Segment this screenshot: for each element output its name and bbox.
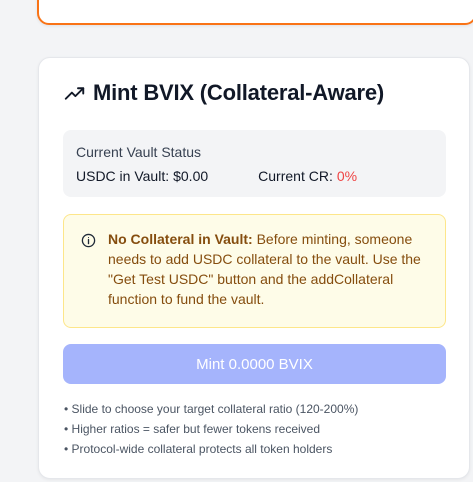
card-header: Mint BVIX (Collateral-Aware) bbox=[64, 80, 384, 106]
no-collateral-warning: No Collateral in Vault: Before minting, … bbox=[63, 214, 446, 328]
usdc-in-vault-label: USDC in Vault: bbox=[76, 168, 170, 184]
usdc-in-vault-value: $0.00 bbox=[173, 168, 209, 184]
note-item: Protocol-wide collateral protects all to… bbox=[64, 439, 358, 459]
current-cr-label: Current CR: bbox=[258, 168, 333, 184]
warning-message: No Collateral in Vault: Before minting, … bbox=[108, 229, 438, 309]
vault-status-panel: Current Vault Status USDC in Vault: $0.0… bbox=[63, 130, 446, 197]
previous-card bbox=[37, 0, 473, 25]
note-item: Higher ratios = safer but fewer tokens r… bbox=[64, 419, 358, 439]
mint-card: Mint BVIX (Collateral-Aware) Current Vau… bbox=[38, 57, 470, 479]
card-title: Mint BVIX (Collateral-Aware) bbox=[93, 80, 385, 105]
vault-status-row: USDC in Vault: $0.00 Current CR: 0% bbox=[76, 168, 357, 184]
note-item: Slide to choose your target collateral r… bbox=[64, 399, 359, 419]
info-icon bbox=[81, 233, 96, 248]
warning-heading: No Collateral in Vault: bbox=[108, 231, 253, 247]
current-cr: Current CR: 0% bbox=[258, 168, 357, 184]
current-cr-value: 0% bbox=[336, 168, 358, 184]
vault-status-title: Current Vault Status bbox=[76, 144, 202, 160]
mint-notes: Slide to choose your target collateral r… bbox=[64, 399, 359, 459]
mint-button[interactable]: Mint 0.0000 BVIX bbox=[63, 344, 446, 384]
usdc-in-vault: USDC in Vault: $0.00 bbox=[76, 168, 208, 184]
trending-up-icon bbox=[64, 83, 85, 104]
